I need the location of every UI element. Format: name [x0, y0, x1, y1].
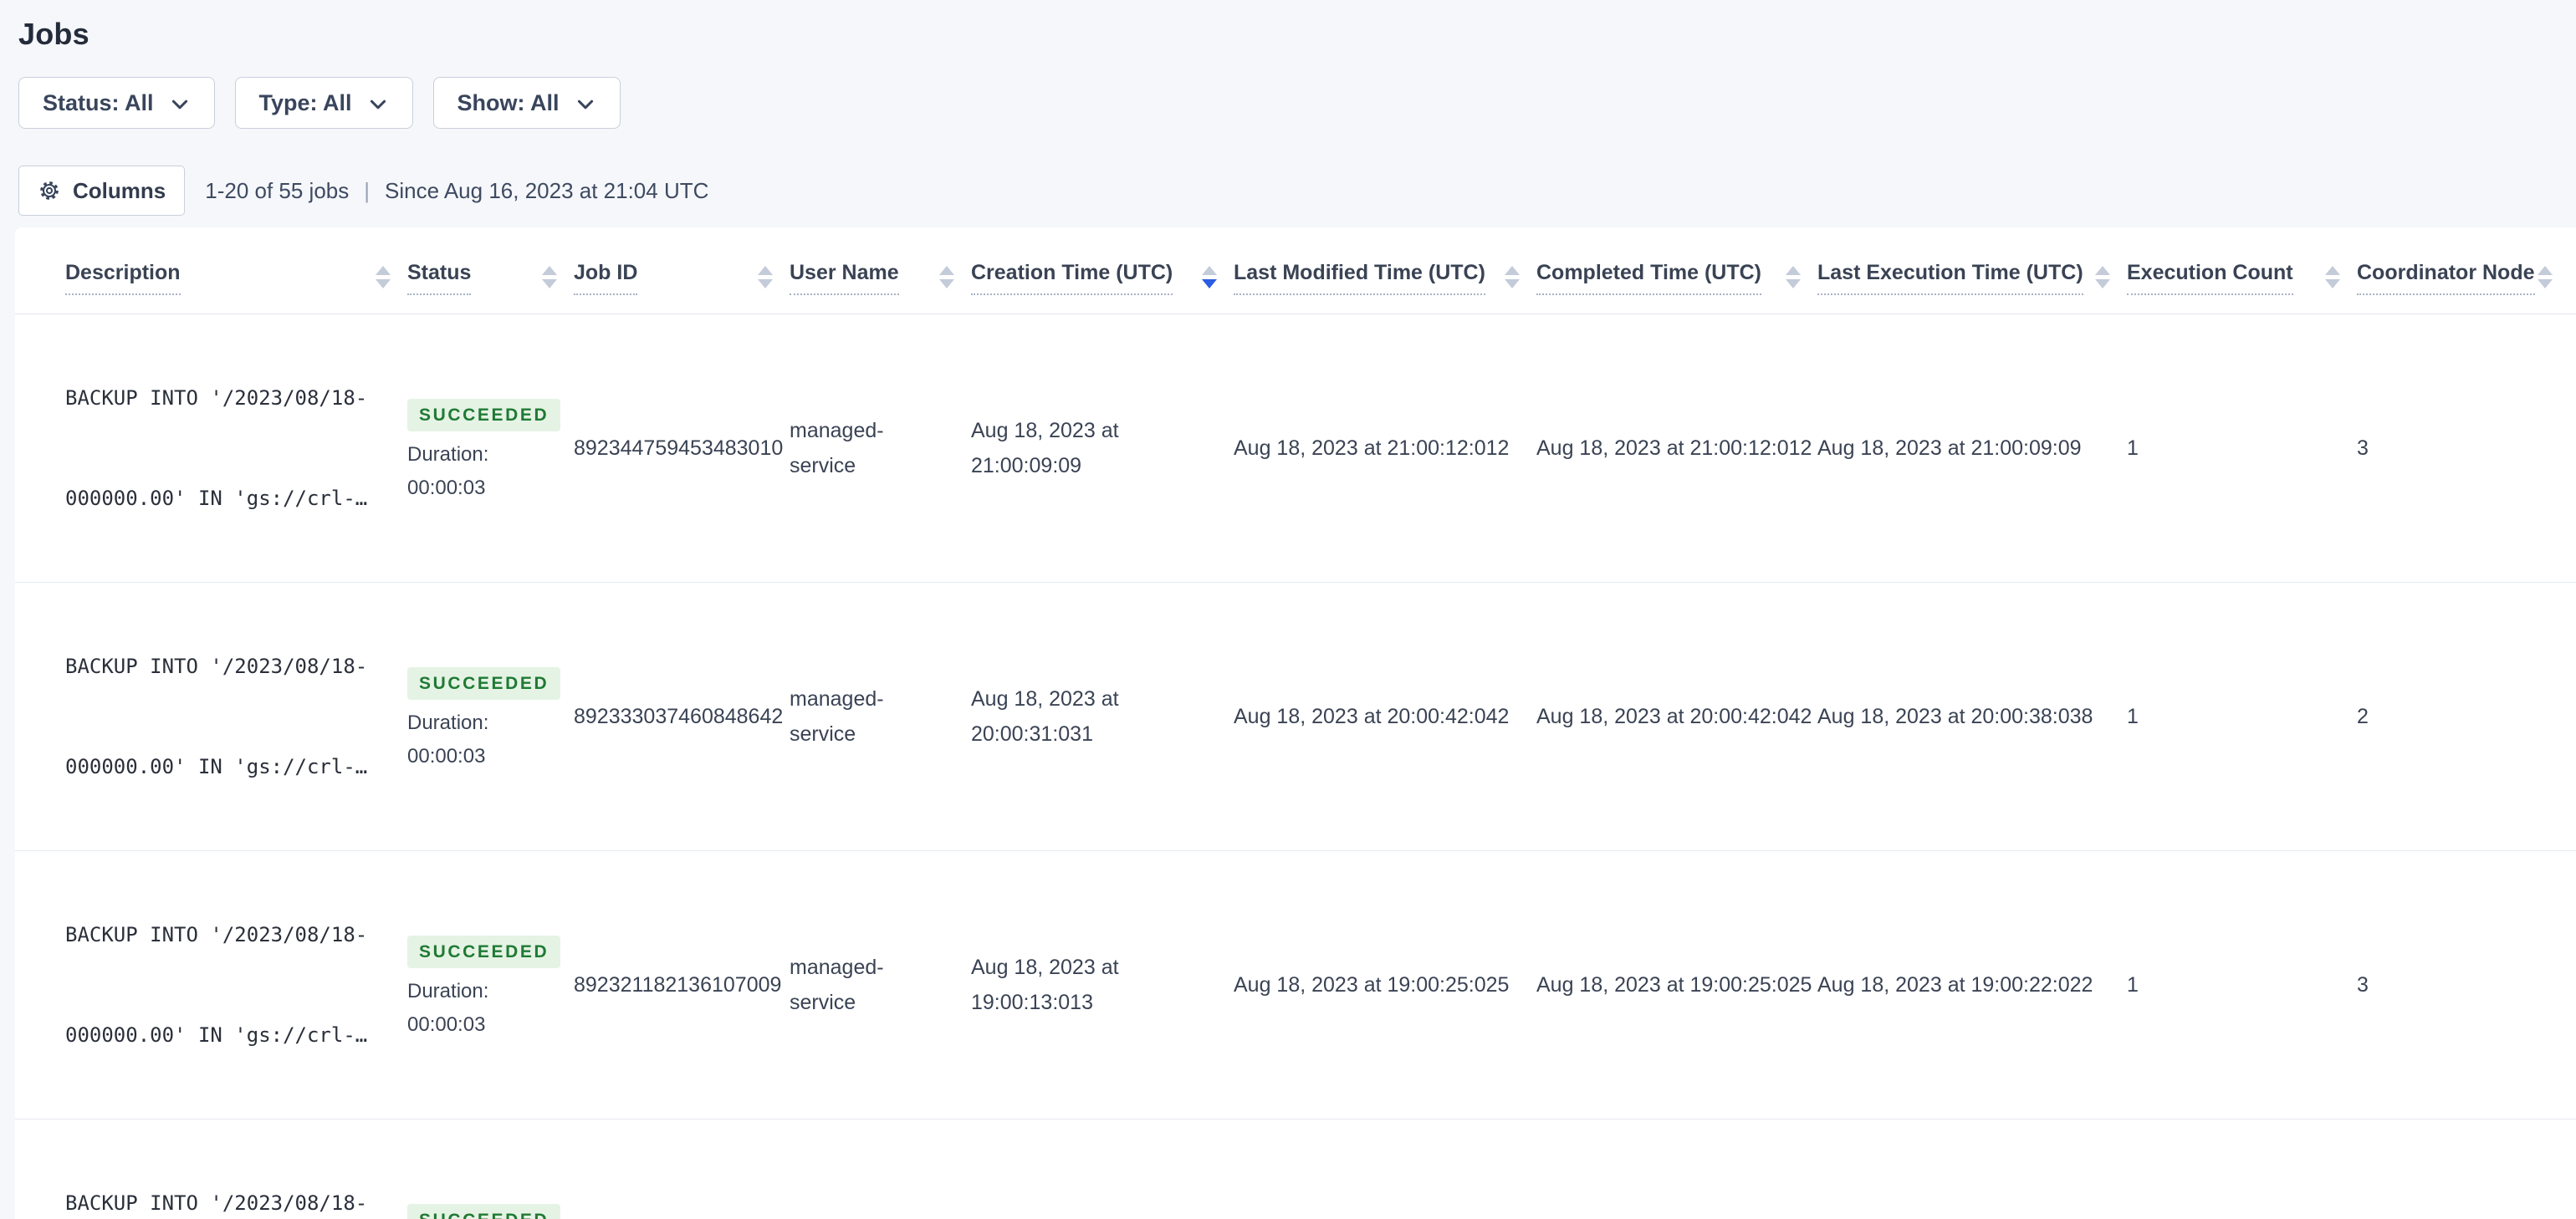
- execution-count: 1: [2127, 704, 2139, 728]
- job-status: SUCCEEDED Duration: 00:00:03: [407, 1203, 574, 1219]
- table-row[interactable]: BACKUP INTO '/2023/08/18- 000000.00' IN …: [15, 1120, 2576, 1219]
- type-filter-label: Type: All: [258, 89, 352, 115]
- creation-time: Aug 18, 2023 at 20:00:31:031: [971, 687, 1119, 746]
- status-filter-label: Status: All: [43, 89, 154, 115]
- completed-time: Aug 18, 2023 at 19:00:25:025: [1536, 972, 1812, 997]
- sort-arrows-icon: [2325, 261, 2340, 288]
- filter-row: Status: All Type: All Show: All: [18, 77, 2576, 129]
- last-execution-time: Aug 18, 2023 at 21:00:09:09: [1817, 436, 2082, 460]
- sort-arrows-icon: [542, 261, 557, 288]
- coordinator-node: 3: [2357, 972, 2369, 997]
- completed-time: Aug 18, 2023 at 21:00:12:012: [1536, 436, 1812, 460]
- table-row[interactable]: BACKUP INTO '/2023/08/18- 000000.00' IN …: [15, 314, 2576, 583]
- chevron-down-icon: [370, 99, 386, 110]
- sort-arrows-icon: [1786, 261, 1801, 288]
- job-description: BACKUP INTO '/2023/08/18- 000000.00' IN …: [65, 923, 368, 1047]
- sort-arrows-icon: [2538, 261, 2553, 288]
- columns-button-label: Columns: [73, 177, 166, 203]
- user-name: managed-service: [790, 687, 884, 746]
- job-description: BACKUP INTO '/2023/08/18- 000000.00' IN …: [65, 655, 368, 778]
- duration-label: Duration:: [407, 442, 489, 466]
- type-filter-dropdown[interactable]: Type: All: [234, 77, 413, 129]
- column-header-job-id[interactable]: Job ID: [574, 261, 790, 295]
- sort-desc-active-icon: [1202, 261, 1217, 288]
- show-filter-label: Show: All: [457, 89, 560, 115]
- show-filter-dropdown[interactable]: Show: All: [432, 77, 621, 129]
- job-status: SUCCEEDED Duration: 00:00:03: [407, 666, 574, 768]
- column-header-last-execution-time[interactable]: Last Execution Time (UTC): [1817, 261, 2127, 295]
- job-description: BACKUP INTO '/2023/08/18- 000000.00' IN …: [65, 1191, 368, 1215]
- column-header-completed-time[interactable]: Completed Time (UTC): [1536, 261, 1817, 295]
- column-header-execution-count[interactable]: Execution Count: [2127, 261, 2357, 295]
- column-header-status[interactable]: Status: [407, 261, 574, 295]
- jobs-page: Jobs Status: All Type: All Show: All Col…: [0, 0, 2576, 1219]
- chevron-down-icon: [577, 99, 593, 110]
- execution-count: 1: [2127, 972, 2139, 997]
- column-header-user-name[interactable]: User Name: [790, 261, 971, 295]
- coordinator-node: 2: [2357, 704, 2369, 728]
- duration-value: 00:00:03: [407, 744, 486, 768]
- sort-arrows-icon: [758, 261, 773, 288]
- table-row[interactable]: BACKUP INTO '/2023/08/18- 000000.00' IN …: [15, 851, 2576, 1120]
- last-execution-time: Aug 18, 2023 at 19:00:22:022: [1817, 972, 2093, 997]
- table-header-row: Description Status Job ID User Name Crea…: [15, 227, 2576, 314]
- completed-time: Aug 18, 2023 at 20:00:42:042: [1536, 704, 1812, 728]
- sort-arrows-icon: [939, 261, 954, 288]
- last-modified-time: Aug 18, 2023 at 21:00:12:012: [1234, 436, 1510, 460]
- jobs-table-card: Description Status Job ID User Name Crea…: [15, 227, 2576, 1219]
- duration-label: Duration:: [407, 711, 489, 734]
- job-description: BACKUP INTO '/2023/08/18- 000000.00' IN …: [65, 386, 368, 510]
- column-header-description[interactable]: Description: [65, 261, 407, 295]
- sort-arrows-icon: [2095, 261, 2110, 288]
- job-id: 892321182136107009: [574, 972, 782, 997]
- since-timestamp: Since Aug 16, 2023 at 21:04 UTC: [385, 177, 709, 203]
- results-count: 1-20 of 55 jobs: [205, 177, 350, 203]
- table-body: BACKUP INTO '/2023/08/18- 000000.00' IN …: [15, 314, 2576, 1219]
- status-badge: SUCCEEDED: [407, 1203, 561, 1219]
- job-status: SUCCEEDED Duration: 00:00:03: [407, 935, 574, 1036]
- last-modified-time: Aug 18, 2023 at 19:00:25:025: [1234, 972, 1510, 997]
- page-title: Jobs: [18, 17, 89, 51]
- duration-value: 00:00:03: [407, 1012, 486, 1036]
- creation-time: Aug 18, 2023 at 21:00:09:09: [971, 419, 1119, 477]
- duration-value: 00:00:03: [407, 476, 486, 499]
- table-toolbar: Columns 1-20 of 55 jobs | Since Aug 16, …: [18, 166, 2576, 216]
- coordinator-node: 3: [2357, 436, 2369, 460]
- duration-label: Duration:: [407, 979, 489, 1002]
- user-name: managed-service: [790, 419, 884, 477]
- chevron-down-icon: [171, 99, 187, 110]
- last-modified-time: Aug 18, 2023 at 20:00:42:042: [1234, 704, 1510, 728]
- job-id: 892344759453483010: [574, 436, 784, 460]
- execution-count: 1: [2127, 436, 2139, 460]
- table-row[interactable]: BACKUP INTO '/2023/08/18- 000000.00' IN …: [15, 583, 2576, 851]
- sort-arrows-icon: [1505, 261, 1520, 288]
- column-header-last-modified-time[interactable]: Last Modified Time (UTC): [1234, 261, 1536, 295]
- status-badge: SUCCEEDED: [407, 666, 561, 700]
- status-badge: SUCCEEDED: [407, 398, 561, 431]
- gear-icon: [40, 181, 59, 200]
- columns-button[interactable]: Columns: [18, 166, 186, 216]
- toolbar-divider: |: [364, 177, 371, 203]
- status-badge: SUCCEEDED: [407, 935, 561, 968]
- status-filter-dropdown[interactable]: Status: All: [18, 77, 215, 129]
- column-header-coordinator-node[interactable]: Coordinator Node: [2357, 261, 2569, 295]
- creation-time: Aug 18, 2023 at 19:00:13:013: [971, 956, 1119, 1014]
- sort-arrows-icon: [376, 261, 391, 288]
- user-name: managed-service: [790, 956, 884, 1014]
- job-id: 892333037460848642: [574, 704, 784, 728]
- last-execution-time: Aug 18, 2023 at 20:00:38:038: [1817, 704, 2093, 728]
- column-header-creation-time[interactable]: Creation Time (UTC): [971, 261, 1234, 295]
- job-status: SUCCEEDED Duration: 00:00:03: [407, 398, 574, 499]
